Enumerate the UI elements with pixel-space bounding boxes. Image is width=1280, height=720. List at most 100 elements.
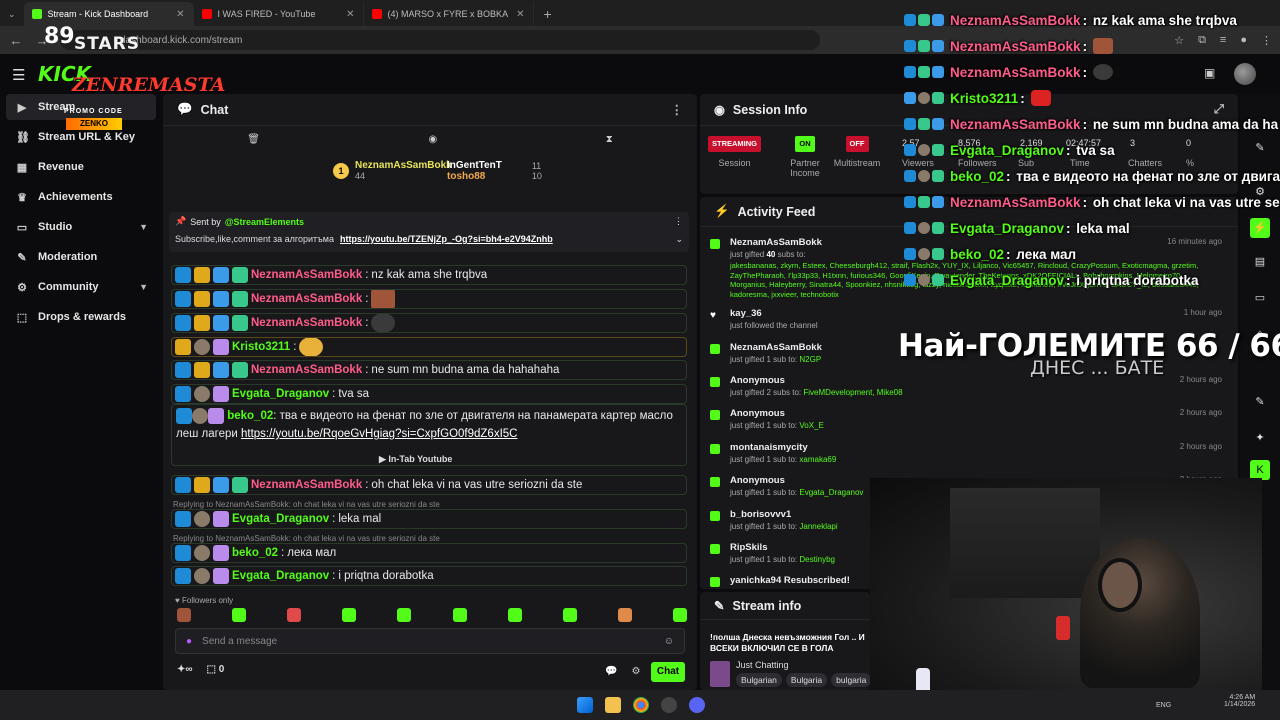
discord-icon[interactable]: [689, 697, 705, 713]
activity-name[interactable]: NeznamAsSamBokk: [730, 237, 822, 248]
wrench-icon[interactable]: ✎: [1250, 392, 1270, 412]
on-badge[interactable]: ON: [795, 136, 815, 152]
chat-input[interactable]: ● Send a message ☺: [175, 628, 685, 654]
chrome-icon[interactable]: [633, 697, 649, 713]
username[interactable]: NeznamAsSamBokk: [251, 269, 362, 281]
tune-icon[interactable]: ≡: [1220, 34, 1226, 47]
username[interactable]: NeznamAsSamBokk: [251, 364, 362, 376]
trash-icon[interactable]: 🗑: [247, 134, 260, 145]
username[interactable]: beko_02: [232, 547, 278, 559]
pinned-link[interactable]: https://youtu.be/TZENjZp_-Og?si=bh4-e2V9…: [340, 234, 553, 245]
sidebar-item-moderation[interactable]: ✎ Moderation: [6, 244, 156, 270]
tab-youtube-fired[interactable]: I WAS FIRED - YouTube ✕: [194, 2, 364, 26]
close-icon[interactable]: ✕: [176, 9, 184, 20]
emote-icon[interactable]: [232, 608, 247, 622]
activity-name[interactable]: montanaismycity: [730, 442, 808, 453]
gift-target[interactable]: VoX_E: [799, 421, 823, 430]
sidebar-item-drops[interactable]: ⬚ Drops & rewards: [6, 304, 156, 330]
off-badge[interactable]: OFF: [845, 136, 869, 152]
gift-target[interactable]: N2GP: [799, 355, 821, 364]
close-icon[interactable]: ✕: [346, 9, 354, 20]
emote-icon[interactable]: [617, 608, 632, 622]
emote-icon[interactable]: [452, 608, 467, 622]
activity-name[interactable]: kay_36: [730, 308, 762, 319]
activity-desc: just gifted 1 sub to:: [730, 455, 798, 464]
gift-target[interactable]: FiveMDevelopment, Mike08: [803, 388, 902, 397]
username[interactable]: NeznamAsSamBokk: [251, 317, 362, 329]
username[interactable]: Evgata_Draganov: [232, 513, 329, 525]
gift-target[interactable]: xamaka69: [799, 455, 836, 464]
chat-count[interactable]: ⬚ 0: [207, 664, 225, 675]
username[interactable]: Evgata_Draganov: [232, 570, 329, 582]
extensions-icon[interactable]: ⧉: [1198, 34, 1206, 47]
url-field[interactable]: dashboard.kick.com/stream: [60, 30, 820, 50]
avatar[interactable]: [1234, 63, 1256, 85]
emote-icon[interactable]: [177, 608, 191, 622]
chat-mode-icon[interactable]: ◉: [428, 134, 437, 145]
share-icon[interactable]: ✦: [1250, 428, 1270, 448]
stream-title[interactable]: !полша Днеска невъзможния Гол .. И ВСЕКИ…: [710, 632, 870, 654]
emote-icon[interactable]: [342, 608, 357, 622]
username[interactable]: NeznamAsSamBokk: [251, 293, 362, 305]
sidebar-item-revenue[interactable]: ▦ Revenue: [6, 154, 156, 180]
mic-icon[interactable]: ●: [186, 636, 192, 647]
hourglass-icon[interactable]: ⧗: [606, 134, 613, 145]
chevron-down-icon[interactable]: ⌄: [675, 234, 683, 245]
tag[interactable]: Bulgaria: [785, 673, 828, 687]
gift-target[interactable]: Evgata_Draganov: [799, 488, 863, 497]
chat-bubble-icon[interactable]: 💬: [605, 666, 617, 677]
more-menu-icon[interactable]: ⋮: [671, 102, 684, 117]
obs-icon[interactable]: [661, 697, 677, 713]
streaming-badge[interactable]: STREAMING: [708, 136, 761, 152]
pencil-icon[interactable]: ✎: [1250, 138, 1270, 158]
emote-icon[interactable]: [562, 608, 577, 622]
profile-icon[interactable]: ●: [1240, 34, 1247, 47]
hamburger-menu-icon[interactable]: ☰: [12, 66, 25, 84]
tag[interactable]: Bulgarian: [736, 673, 782, 687]
username[interactable]: beko_02: [227, 410, 273, 422]
username[interactable]: NeznamAsSamBokk: [251, 479, 362, 491]
close-icon[interactable]: ✕: [516, 9, 524, 20]
emote-icon[interactable]: [287, 608, 302, 622]
message-link[interactable]: https://youtu.be/RqoeGvHgiag?si=CxpfGO0f…: [241, 428, 517, 440]
tab-kick-dashboard[interactable]: Stream - Kick Dashboard ✕: [23, 2, 194, 26]
gift-target[interactable]: Janneklapi: [799, 522, 837, 531]
gift-target[interactable]: Destinybg: [799, 555, 835, 564]
document-icon[interactable]: ▤: [1250, 252, 1270, 272]
windows-start-icon[interactable]: [577, 697, 593, 713]
tab-search-icon[interactable]: ⌄: [0, 2, 24, 26]
new-tab-button[interactable]: +: [534, 2, 562, 26]
sidebar-item-studio[interactable]: ▭ Studio ▼: [6, 214, 156, 240]
chat-points[interactable]: ✦∞: [177, 664, 193, 675]
more-menu-icon[interactable]: ⋮: [674, 216, 683, 227]
back-arrow-icon[interactable]: ←: [8, 33, 24, 48]
chat-bubble-icon[interactable]: ▭: [1250, 288, 1270, 308]
file-explorer-icon[interactable]: [605, 697, 621, 713]
emote-icon[interactable]: [672, 608, 687, 622]
activity-name[interactable]: RipSkils: [730, 542, 768, 553]
tab-youtube-marso[interactable]: (4) MARSO x FYRE x BOBKA ✕: [364, 2, 534, 26]
send-chat-button[interactable]: Chat: [651, 662, 685, 682]
emote-icon[interactable]: [507, 608, 522, 622]
emoji-icon[interactable]: ☺: [664, 636, 674, 647]
more-menu-icon[interactable]: ⋮: [1261, 34, 1272, 47]
lightning-icon[interactable]: ⚡: [1250, 218, 1270, 238]
language-indicator[interactable]: ENG: [1156, 702, 1171, 709]
bookmark-star-icon[interactable]: ☆: [1174, 34, 1184, 47]
activity-name[interactable]: yanichka94 Resubscribed!: [730, 575, 850, 586]
kick-icon[interactable]: K: [1250, 460, 1270, 480]
username[interactable]: Evgata_Draganov: [232, 388, 329, 400]
sidebar-item-community[interactable]: ⚙ Community ▼: [6, 274, 156, 300]
gear-icon[interactable]: ⚙: [631, 666, 640, 677]
activity-name[interactable]: NeznamAsSamBokk: [730, 342, 822, 353]
screen-icon[interactable]: ▣: [1204, 66, 1215, 80]
emote-icon[interactable]: [397, 608, 412, 622]
tag[interactable]: bulgaria: [831, 673, 870, 687]
in-tab-youtube-button[interactable]: ▶ In-Tab Youtube: [379, 454, 452, 465]
clock[interactable]: 4:26 AM 1/14/2026: [1224, 694, 1255, 708]
username[interactable]: Kristo3211: [232, 341, 290, 353]
category-name[interactable]: Just Chatting: [736, 660, 870, 670]
sidebar-item-stream[interactable]: ▶ Stream: [6, 94, 156, 120]
sidebar-item-achievements[interactable]: ♛ Achievements: [6, 184, 156, 210]
activity-name[interactable]: b_borisovvv1: [730, 509, 791, 520]
